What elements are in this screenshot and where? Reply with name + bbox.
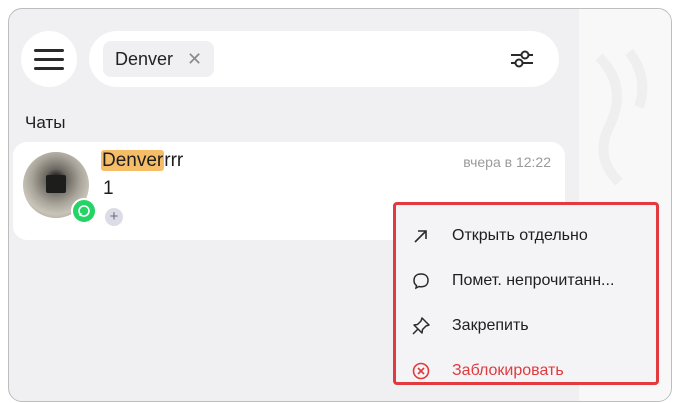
- chat-last-message: 1: [103, 178, 114, 199]
- search-filter-chip[interactable]: Denver ✕: [103, 41, 215, 77]
- menu-item-label: Помет. непрочитанн...: [452, 272, 615, 289]
- whatsapp-icon: [71, 198, 97, 224]
- menu-item-label: Закрепить: [452, 317, 529, 334]
- filter-settings-icon[interactable]: [509, 47, 535, 71]
- arrow-up-right-icon: [414, 230, 427, 243]
- chat-bubble-icon: [413, 273, 429, 290]
- menu-item-pin[interactable]: Закрепить: [396, 306, 656, 346]
- chat-timestamp: вчера в 12:22: [463, 154, 551, 170]
- add-reaction-icon[interactable]: +: [105, 208, 123, 226]
- menu-item-block[interactable]: Заблокировать: [396, 351, 656, 391]
- hamburger-line: [34, 66, 64, 70]
- background-pattern: [595, 48, 648, 186]
- search-chip-label: Denver: [115, 48, 174, 69]
- menu-item-label: Открыть отдельно: [452, 227, 588, 244]
- hamburger-menu-button[interactable]: [21, 31, 77, 87]
- search-highlight: Denver: [101, 150, 165, 171]
- menu-item-label: Заблокировать: [452, 362, 564, 379]
- menu-item-open-separately[interactable]: Открыть отдельно: [396, 216, 656, 256]
- search-bar[interactable]: Denver ✕: [89, 31, 559, 87]
- context-menu: Открыть отдельно Помет. непрочитанн... З…: [393, 202, 659, 385]
- section-title-chats: Чаты: [25, 113, 66, 132]
- close-icon[interactable]: ✕: [187, 49, 202, 70]
- hamburger-line: [34, 48, 64, 52]
- whatsapp-glyph: [78, 205, 90, 217]
- chat-name: Denverrrr: [101, 150, 183, 172]
- chat-name-rest: rrr: [164, 150, 184, 171]
- hamburger-line: [34, 57, 64, 61]
- block-icon: [412, 362, 430, 380]
- avatar-photo-detail: [46, 175, 66, 193]
- menu-item-mark-unread[interactable]: Помет. непрочитанн...: [396, 261, 656, 301]
- pin-icon: [412, 317, 430, 335]
- app-window: Denver ✕ Чаты Denverrrr вчера в 12:22 1 …: [8, 8, 672, 402]
